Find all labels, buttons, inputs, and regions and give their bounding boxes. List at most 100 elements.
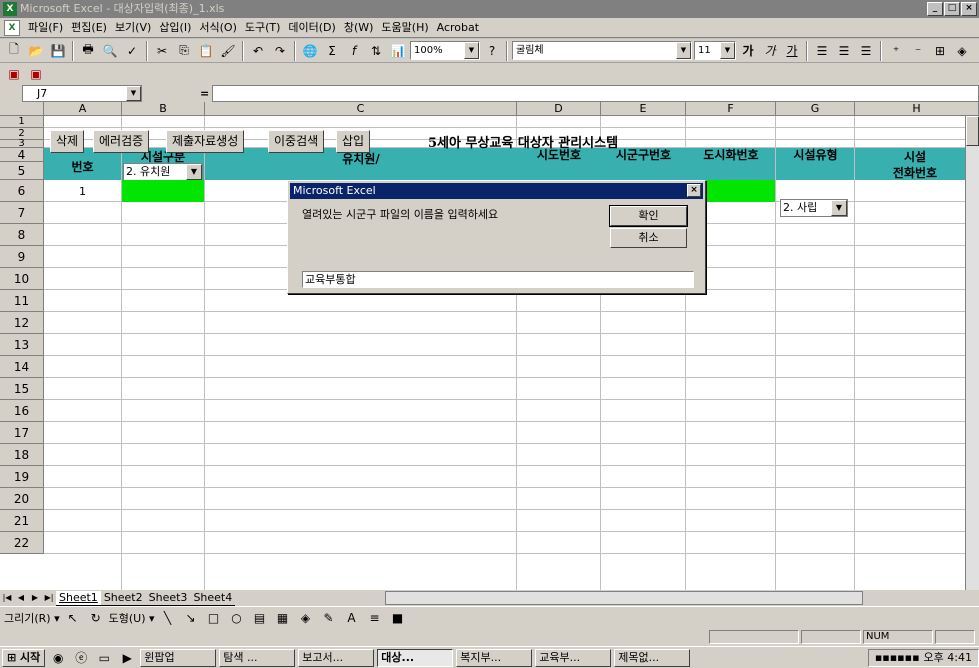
chart-wizard-icon[interactable]: 📊 (388, 41, 408, 61)
browser-icon[interactable]: ⓔ (71, 648, 91, 668)
task-item[interactable]: 탐색 ... (219, 648, 296, 667)
column-header[interactable]: C (205, 102, 517, 116)
facility-type-select[interactable]: 2. 유치원 ▼ (123, 163, 203, 181)
task-item[interactable]: 제목없... (614, 648, 691, 667)
desktop-icon[interactable]: ▭ (94, 648, 114, 668)
rectangle-icon[interactable]: □ (204, 608, 224, 628)
wordart-icon[interactable]: ▦ (273, 608, 293, 628)
generate-submission-button[interactable]: 제출자료생성 (166, 130, 245, 153)
column-header[interactable]: B (122, 102, 205, 116)
row-header[interactable]: 4 (0, 148, 44, 162)
error-check-button[interactable]: 에러검증 (93, 130, 150, 153)
task-item[interactable]: 교육부... (535, 648, 612, 667)
row-header[interactable]: 5 (0, 162, 44, 180)
menu-data[interactable]: 데이터(D) (284, 19, 339, 37)
italic-icon[interactable]: 가 (760, 41, 780, 61)
close-button[interactable]: × (961, 2, 977, 16)
name-box[interactable]: J7 ▼ (22, 84, 142, 102)
textbox-icon[interactable]: ▤ (250, 608, 270, 628)
fill-color-icon[interactable]: ◈ (952, 41, 972, 61)
equals-sign[interactable]: = (200, 87, 209, 100)
menu-help[interactable]: 도움말(H) (377, 19, 432, 37)
vertical-scrollbar[interactable] (965, 116, 979, 590)
row-number-cell[interactable]: 1 (44, 185, 121, 198)
menu-file[interactable]: 파일(F) (24, 19, 67, 37)
task-item-active[interactable]: 대상... (377, 648, 454, 667)
minimize-button[interactable]: _ (927, 2, 943, 16)
menu-insert[interactable]: 삽입(I) (155, 19, 195, 37)
print-icon[interactable]: 🖶 (78, 41, 98, 61)
autoshapes-menu[interactable]: 도형(U) ▾ (109, 610, 155, 626)
draw-menu[interactable]: 그리기(R) ▾ (4, 610, 60, 626)
save-icon[interactable]: 💾 (48, 41, 68, 61)
decrease-decimal-icon[interactable]: ⁻ (908, 41, 928, 61)
next-sheet-icon[interactable]: ▶ (28, 591, 42, 605)
input-cell[interactable] (122, 180, 204, 202)
first-sheet-icon[interactable]: |◀ (0, 591, 14, 605)
chevron-down-icon[interactable]: ▼ (186, 164, 202, 180)
increase-decimal-icon[interactable]: ⁺ (886, 41, 906, 61)
column-header[interactable]: F (686, 102, 776, 116)
cancel-button[interactable]: 취소 (610, 228, 687, 248)
task-item[interactable]: 보고서... (298, 648, 375, 667)
row-header[interactable]: 16 (0, 400, 44, 422)
sheet-tab-4[interactable]: Sheet4 (190, 591, 236, 606)
pdf-convert-icon[interactable]: ▣ (4, 64, 24, 84)
sheet-tab-2[interactable]: Sheet2 (100, 591, 146, 606)
bold-icon[interactable]: 가 (738, 41, 758, 61)
ok-button[interactable]: 확인 (609, 205, 688, 227)
zoom-select[interactable]: 100% ▼ (410, 41, 480, 60)
select-objects-icon[interactable]: ↖ (63, 608, 83, 628)
shadow-icon[interactable]: ■ (388, 608, 408, 628)
document-icon[interactable]: X (4, 19, 20, 36)
rotate-icon[interactable]: ↻ (86, 608, 106, 628)
prev-sheet-icon[interactable]: ◀ (14, 591, 28, 605)
copy-icon[interactable]: ⎘ (174, 41, 194, 61)
undo-icon[interactable]: ↶ (248, 41, 268, 61)
column-header[interactable]: H (855, 102, 979, 116)
print-preview-icon[interactable]: 🔍 (100, 41, 120, 61)
chevron-down-icon[interactable]: ▼ (831, 200, 847, 216)
align-left-icon[interactable]: ☰ (812, 41, 832, 61)
row-header[interactable]: 14 (0, 356, 44, 378)
row-header[interactable]: 17 (0, 422, 44, 444)
duplicate-search-button[interactable]: 이중검색 (268, 130, 325, 153)
row-header[interactable]: 1 (0, 116, 44, 128)
column-header[interactable]: G (776, 102, 855, 116)
insert-button[interactable]: 삽입 (336, 130, 371, 153)
task-item[interactable]: 복지부... (456, 648, 533, 667)
line-color-icon[interactable]: ✎ (319, 608, 339, 628)
chevron-down-icon[interactable]: ▼ (676, 42, 691, 59)
row-header[interactable]: 6 (0, 180, 44, 202)
font-color-icon[interactable]: A (342, 608, 362, 628)
font-size-select[interactable]: 11 ▼ (694, 41, 736, 60)
quicklaunch-icon[interactable]: ◉ (48, 648, 68, 668)
redo-icon[interactable]: ↷ (270, 41, 290, 61)
menu-edit[interactable]: 편집(E) (67, 19, 111, 37)
maximize-button[interactable]: □ (944, 2, 960, 16)
formula-input[interactable] (212, 84, 979, 102)
oval-icon[interactable]: ○ (227, 608, 247, 628)
dialog-input[interactable]: 교육부통합 (302, 271, 694, 288)
dialog-close-button[interactable]: × (687, 184, 701, 197)
new-icon[interactable]: 🗋 (4, 41, 24, 61)
line-style-icon[interactable]: ≡ (365, 608, 385, 628)
column-header[interactable]: D (517, 102, 601, 116)
menu-view[interactable]: 보기(V) (111, 19, 155, 37)
row-header[interactable]: 8 (0, 224, 44, 246)
media-icon[interactable]: ▶ (117, 648, 137, 668)
start-button[interactable]: ⊞ 시작 (2, 648, 46, 667)
row-header[interactable]: 9 (0, 246, 44, 268)
row-header[interactable]: 13 (0, 334, 44, 356)
menu-format[interactable]: 서식(O) (195, 19, 240, 37)
format-painter-icon[interactable]: 🖌 (218, 41, 238, 61)
hyperlink-icon[interactable]: 🌐 (300, 41, 320, 61)
dialog-titlebar[interactable]: Microsoft Excel × (290, 183, 703, 199)
pdf-email-icon[interactable]: ▣ (26, 64, 46, 84)
task-item[interactable]: 윈팝업 (140, 648, 217, 667)
row-header[interactable]: 20 (0, 488, 44, 510)
autosum-icon[interactable]: Σ (322, 41, 342, 61)
sheet-tab-1[interactable]: Sheet1 (56, 590, 101, 606)
window-titlebar[interactable]: X Microsoft Excel - 대상자입력(최종)_1.xls _ □ … (0, 0, 979, 18)
delete-button[interactable]: 삭제 (50, 130, 85, 153)
